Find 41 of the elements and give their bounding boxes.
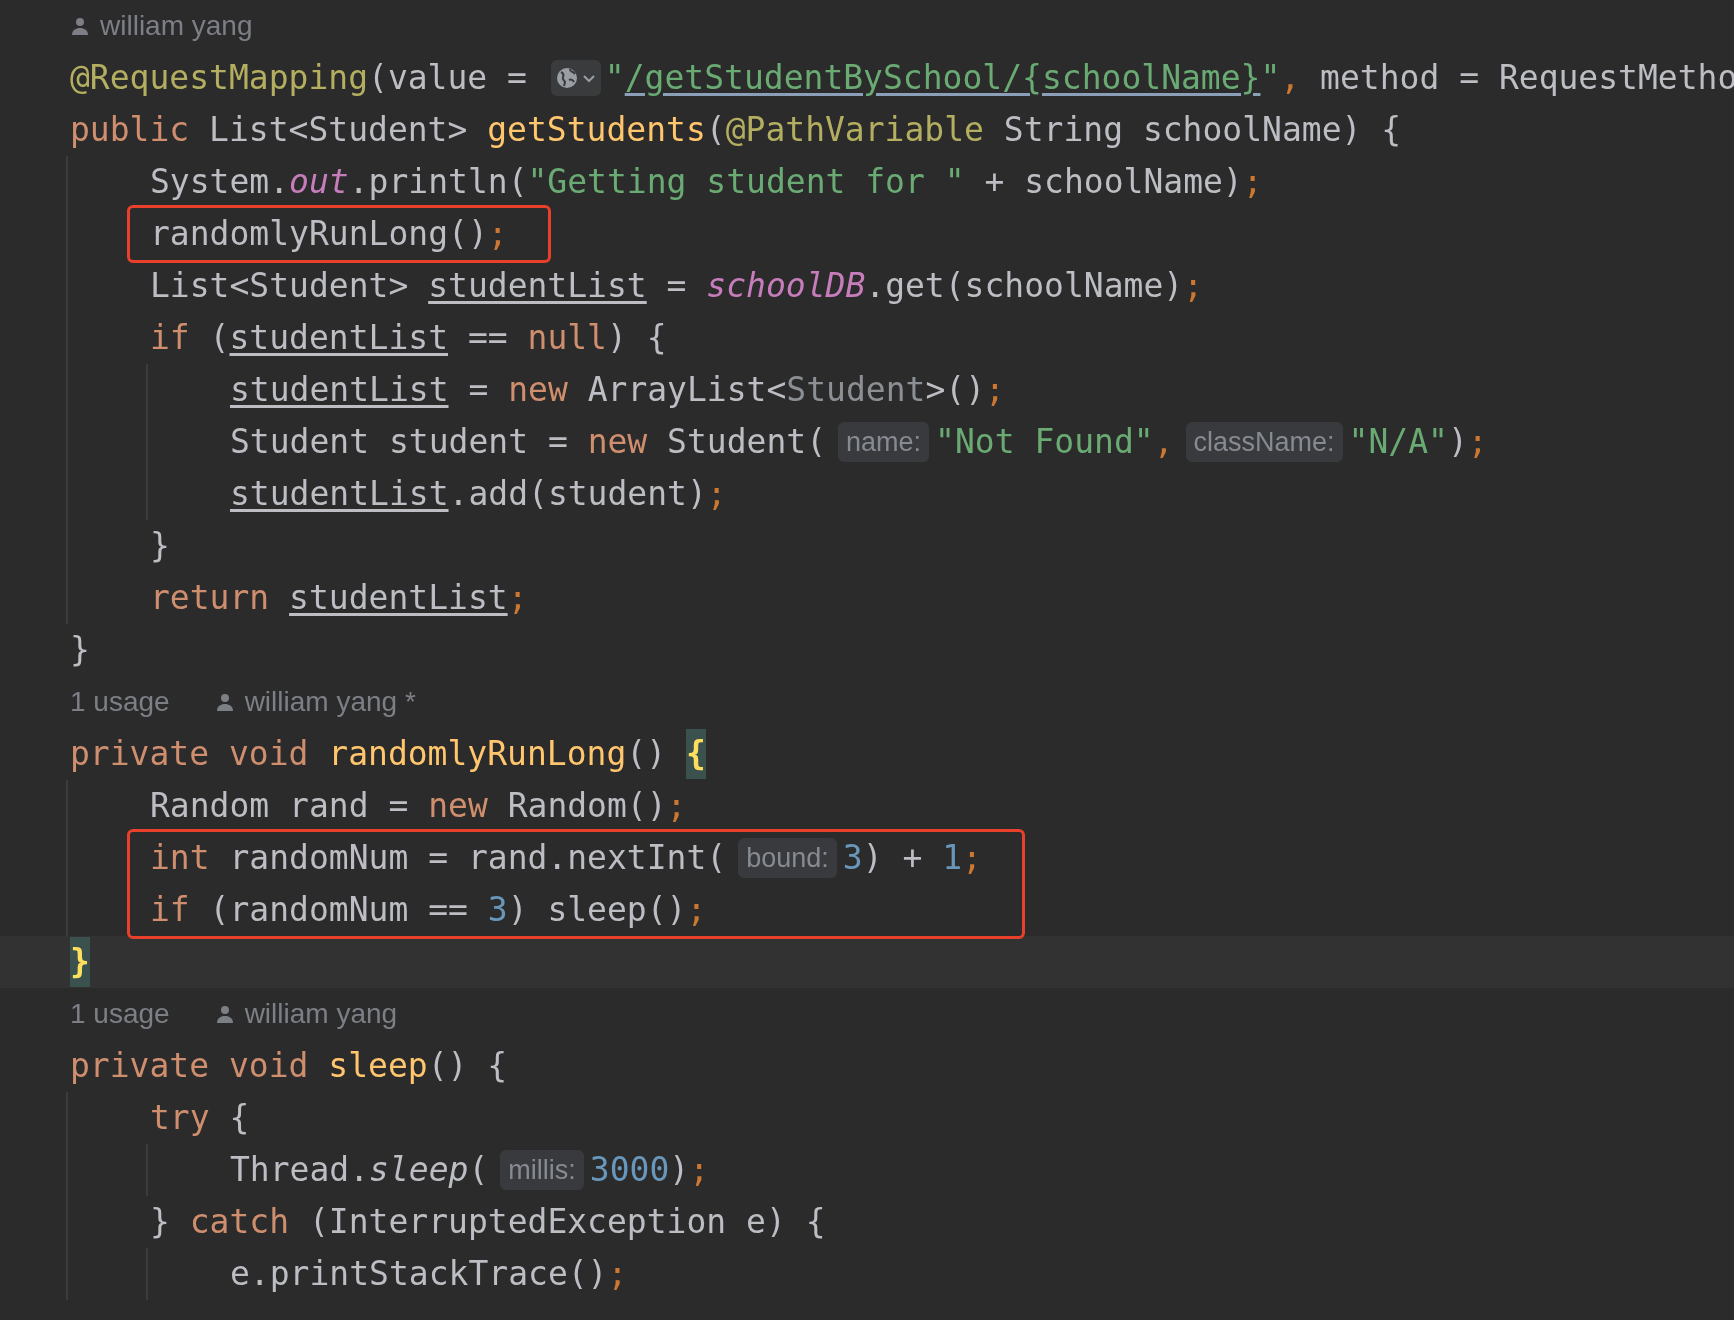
url-inlay-button[interactable] xyxy=(550,60,601,96)
code-text: e.printStackTrace(); xyxy=(230,1253,628,1296)
parameter-hint: name: xyxy=(838,422,930,462)
globe-icon xyxy=(554,66,579,90)
code-text: if (randomNum == 3) sleep(); xyxy=(150,889,707,932)
author-name[interactable]: william yang * xyxy=(244,681,416,723)
code-text: 3000); xyxy=(589,1149,710,1192)
usage-count[interactable]: 1 usage xyxy=(70,993,170,1035)
code-text: studentList.add(student); xyxy=(230,473,727,516)
matched-brace: { xyxy=(685,729,706,779)
person-icon xyxy=(214,692,235,712)
code-text: private void sleep() { xyxy=(70,1045,508,1088)
person-icon xyxy=(214,1004,235,1024)
code-text: List<Student> studentList = schoolDB.get(schoolName); xyxy=(150,265,1204,308)
matched-brace: } xyxy=(70,937,90,987)
code-text: } xyxy=(70,629,90,672)
code-text: Random rand = new Random(); xyxy=(150,785,687,828)
code-text: System.out.println("Getting student for " + schoolName); xyxy=(150,161,1263,204)
code-text: } catch (InterruptedException e) { xyxy=(150,1201,826,1244)
code-text: @RequestMapping(value = xyxy=(70,57,528,100)
code-text: Thread.sleep( xyxy=(230,1149,489,1192)
author-name[interactable]: william yang xyxy=(100,5,253,47)
code-text: randomlyRunLong(); xyxy=(150,213,508,256)
code-text: private void randomlyRunLong() xyxy=(70,733,668,776)
parameter-hint: millis: xyxy=(500,1150,584,1190)
code-text: int randomNum = rand.nextInt( xyxy=(150,837,727,880)
code-text: Student student = new Student( xyxy=(230,421,827,464)
code-text: 3) + 1; xyxy=(842,837,982,880)
author-name[interactable]: william yang xyxy=(244,993,398,1035)
parameter-hint: bound: xyxy=(738,838,837,878)
usage-count[interactable]: 1 usage xyxy=(70,681,170,723)
code-text: return studentList; xyxy=(150,577,528,620)
code-text: "Not Found", xyxy=(935,421,1174,464)
code-text: if (studentList == null) { xyxy=(150,317,667,360)
person-icon xyxy=(70,16,90,36)
code-text: "N/A"); xyxy=(1348,421,1488,464)
code-text: studentList = new ArrayList<Student>(); xyxy=(230,369,1005,412)
code-text: try { xyxy=(150,1097,250,1140)
parameter-hint: className: xyxy=(1185,422,1343,462)
code-text: } xyxy=(150,525,170,568)
code-text: public List<Student> getStudents(@PathVariable String schoolName) { xyxy=(70,109,1402,152)
